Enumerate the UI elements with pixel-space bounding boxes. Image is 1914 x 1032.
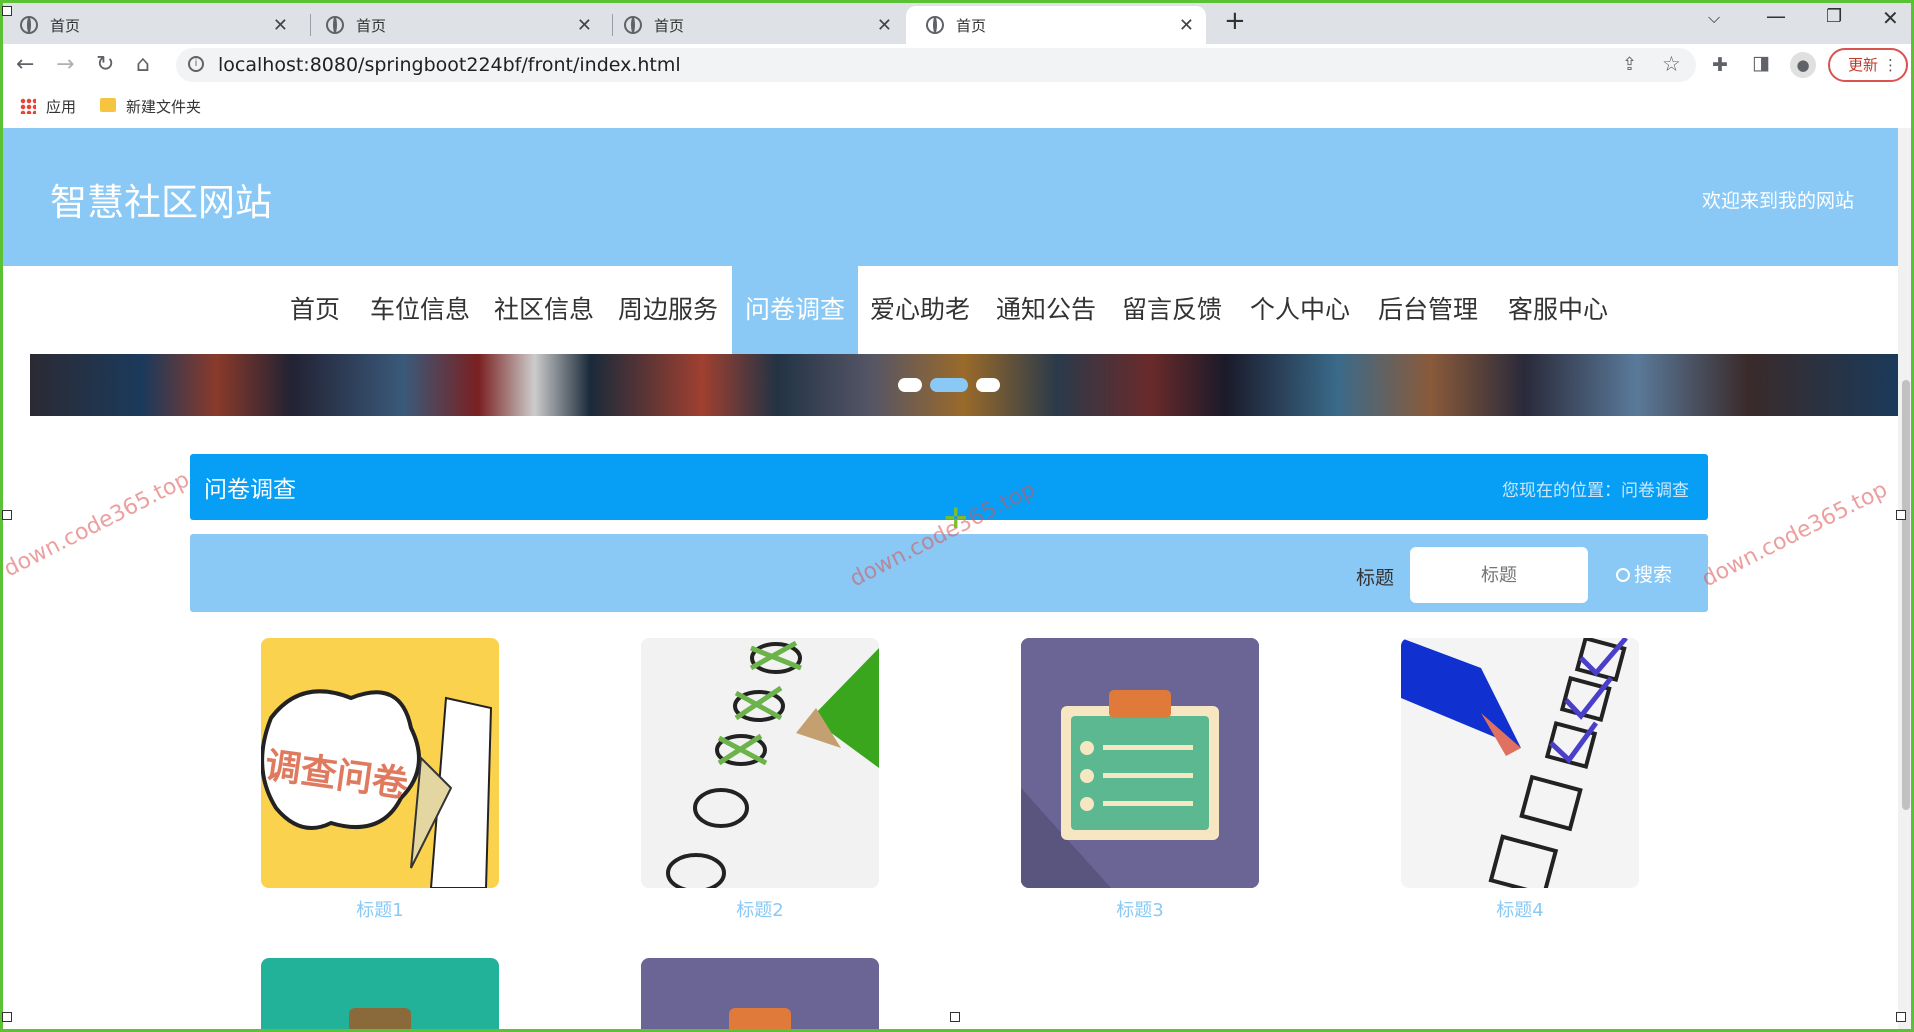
resize-handle[interactable] — [950, 1012, 960, 1022]
checkbox-pencil-illustration — [1401, 638, 1639, 888]
extensions-icon[interactable]: ✚ — [1712, 54, 1728, 76]
search-label: 标题 — [1356, 567, 1395, 589]
window-close-icon[interactable]: ✕ — [1882, 6, 1899, 30]
watermark-text: down.code365.top — [1698, 477, 1892, 593]
move-cursor-icon: ✛ — [944, 502, 968, 535]
bookmark-folder[interactable]: 新建文件夹 — [126, 96, 201, 117]
survey-card-image[interactable] — [1401, 638, 1639, 888]
forward-icon[interactable]: → — [56, 52, 74, 77]
search-button[interactable]: 搜索 — [1616, 560, 1672, 587]
site-header — [0, 128, 1898, 266]
welcome-text: 欢迎来到我的网站 — [1702, 190, 1855, 212]
bookmark-star-icon[interactable]: ☆ — [1662, 52, 1681, 76]
survey-card-image[interactable] — [641, 958, 879, 1032]
checklist-pencil-illustration — [641, 638, 879, 888]
browser-tab[interactable]: 首页 ✕ — [306, 6, 604, 44]
restore-icon[interactable]: ❐ — [1826, 6, 1842, 27]
globe-icon — [326, 16, 344, 34]
search-icon — [1616, 568, 1630, 582]
carousel-dot[interactable] — [898, 378, 922, 392]
profile-avatar-icon[interactable]: ● — [1790, 52, 1816, 78]
url-text[interactable]: localhost:8080/springboot224bf/front/ind… — [218, 54, 681, 76]
tab-label: 首页 — [356, 16, 387, 35]
folder-icon — [100, 98, 116, 112]
bookmark-apps[interactable]: 应用 — [46, 96, 76, 117]
close-tab-icon[interactable]: ✕ — [577, 15, 592, 36]
card-title[interactable]: 标题1 — [261, 896, 499, 922]
survey-card-image[interactable]: 调查问卷 — [261, 638, 499, 888]
share-icon[interactable]: ⇪ — [1622, 54, 1637, 75]
carousel-dot[interactable] — [976, 378, 1000, 392]
watermark-text: down.code365.top — [0, 467, 194, 583]
tab-label: 首页 — [50, 16, 81, 35]
resize-handle[interactable] — [2, 510, 12, 520]
update-label: 更新 — [1848, 56, 1879, 74]
resize-handle[interactable] — [2, 6, 12, 16]
browser-tab-active[interactable]: 首页 ✕ — [906, 6, 1206, 44]
nav-item-feedback[interactable]: 留言反馈 — [1116, 266, 1228, 354]
tab-label: 首页 — [654, 16, 685, 35]
site-info-icon[interactable]: i — [188, 56, 204, 72]
browser-tab[interactable]: 首页 ✕ — [0, 6, 300, 44]
nav-item-survey[interactable]: 问卷调查 — [732, 266, 858, 354]
reload-icon[interactable]: ↻ — [96, 52, 114, 77]
bookmarks-bar — [0, 86, 1914, 126]
browser-tab[interactable]: 首页 ✕ — [604, 6, 904, 44]
card-title[interactable]: 标题2 — [641, 896, 879, 922]
breadcrumb: 您现在的位置：问卷调查 — [1502, 481, 1689, 501]
search-input[interactable] — [1410, 547, 1588, 603]
minimize-icon[interactable]: — — [1766, 4, 1786, 28]
globe-icon — [624, 16, 642, 34]
survey-card-image[interactable] — [261, 958, 499, 1032]
close-tab-icon[interactable]: ✕ — [273, 15, 288, 36]
close-tab-icon[interactable]: ✕ — [1179, 15, 1194, 36]
home-icon[interactable]: ⌂ — [136, 52, 150, 77]
resize-handle[interactable] — [2, 1012, 12, 1022]
nav-item-home[interactable]: 首页 — [280, 266, 350, 354]
site-title: 智慧社区网站 — [50, 181, 272, 224]
tab-label: 首页 — [956, 16, 987, 35]
nav-item-notices[interactable]: 通知公告 — [990, 266, 1102, 354]
apps-grid-icon[interactable] — [20, 98, 36, 114]
clipboard-clip-icon — [349, 1008, 411, 1032]
back-icon[interactable]: ← — [16, 52, 34, 77]
search-button-label: 搜索 — [1634, 564, 1673, 586]
clipboard-illustration — [1021, 638, 1259, 888]
resize-handle[interactable] — [1896, 510, 1906, 520]
nav-item-parking[interactable]: 车位信息 — [364, 266, 476, 354]
new-tab-button[interactable]: + — [1224, 6, 1246, 36]
side-panel-icon[interactable]: ◨ — [1752, 52, 1770, 74]
survey-card-image[interactable] — [641, 638, 879, 888]
close-tab-icon[interactable]: ✕ — [877, 15, 892, 36]
globe-icon — [20, 16, 38, 34]
section-title: 问卷调查 — [204, 477, 296, 503]
nav-item-community[interactable]: 社区信息 — [488, 266, 600, 354]
carousel-dot-active[interactable] — [930, 378, 968, 392]
nav-item-services[interactable]: 周边服务 — [612, 266, 724, 354]
nav-item-customer-service[interactable]: 客服中心 — [1502, 266, 1614, 354]
nav-item-elderly-care[interactable]: 爱心助老 — [864, 266, 976, 354]
card-title[interactable]: 标题4 — [1401, 896, 1639, 922]
menu-kebab-icon[interactable]: ⋮ — [1883, 50, 1898, 80]
update-button[interactable]: 更新 ⋮ — [1828, 48, 1908, 82]
scrollbar-thumb[interactable] — [1902, 380, 1910, 810]
survey-card-image[interactable] — [1021, 638, 1259, 888]
globe-icon — [926, 16, 944, 34]
nav-item-personal[interactable]: 个人中心 — [1244, 266, 1356, 354]
tab-search-icon[interactable]: ⌵ — [1708, 8, 1720, 28]
clipboard-clip-icon — [729, 1008, 791, 1032]
card-title[interactable]: 标题3 — [1021, 896, 1259, 922]
nav-item-admin[interactable]: 后台管理 — [1372, 266, 1484, 354]
resize-handle[interactable] — [1896, 1012, 1906, 1022]
